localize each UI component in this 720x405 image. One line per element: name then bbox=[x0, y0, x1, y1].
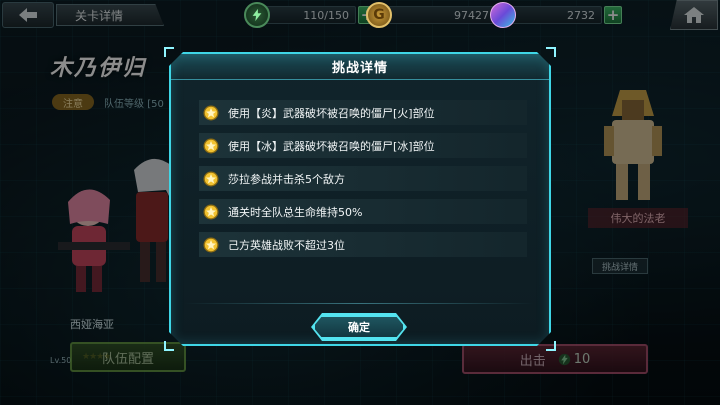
energy-icon bbox=[244, 2, 270, 28]
objective-row: 使用【炎】武器破坏被召唤的僵尸[火]部位 bbox=[199, 100, 527, 125]
objective-text: 己方英雄战败不超过3位 bbox=[228, 238, 345, 252]
dialog-title: 挑战详情 bbox=[331, 61, 388, 76]
objective-list: 使用【炎】武器破坏被召唤的僵尸[火]部位 使用【冰】武器破坏被召唤的僵尸[冰]部… bbox=[199, 100, 527, 265]
corner-bracket bbox=[546, 341, 556, 351]
corner-bracket bbox=[164, 341, 174, 351]
objective-text: 通关时全队总生命维持50% bbox=[228, 205, 363, 219]
gold-coin-icon: G bbox=[366, 2, 392, 28]
star-icon bbox=[203, 171, 219, 186]
gem-icon bbox=[490, 2, 516, 28]
dialog-divider bbox=[184, 303, 534, 304]
star-icon bbox=[203, 138, 219, 153]
objective-row: 通关时全队总生命维持50% bbox=[199, 199, 527, 224]
corner-bracket bbox=[546, 47, 556, 57]
star-icon bbox=[203, 237, 219, 252]
dialog-header: 挑战详情 bbox=[171, 54, 549, 80]
objective-row: 使用【冰】武器破坏被召唤的僵尸[冰]部位 bbox=[199, 133, 527, 158]
objective-row: 己方英雄战败不超过3位 bbox=[199, 232, 527, 257]
star-icon bbox=[203, 105, 219, 120]
objective-text: 莎拉参战并击杀5个敌方 bbox=[228, 172, 345, 186]
objective-text: 使用【炎】武器破坏被召唤的僵尸[火]部位 bbox=[228, 106, 435, 120]
objective-text: 使用【冰】武器破坏被召唤的僵尸[冰]部位 bbox=[228, 139, 435, 153]
objective-row: 莎拉参战并击杀5个敌方 bbox=[199, 166, 527, 191]
corner-bracket bbox=[164, 47, 174, 57]
confirm-button[interactable]: 确定 bbox=[313, 315, 405, 339]
star-icon bbox=[203, 204, 219, 219]
